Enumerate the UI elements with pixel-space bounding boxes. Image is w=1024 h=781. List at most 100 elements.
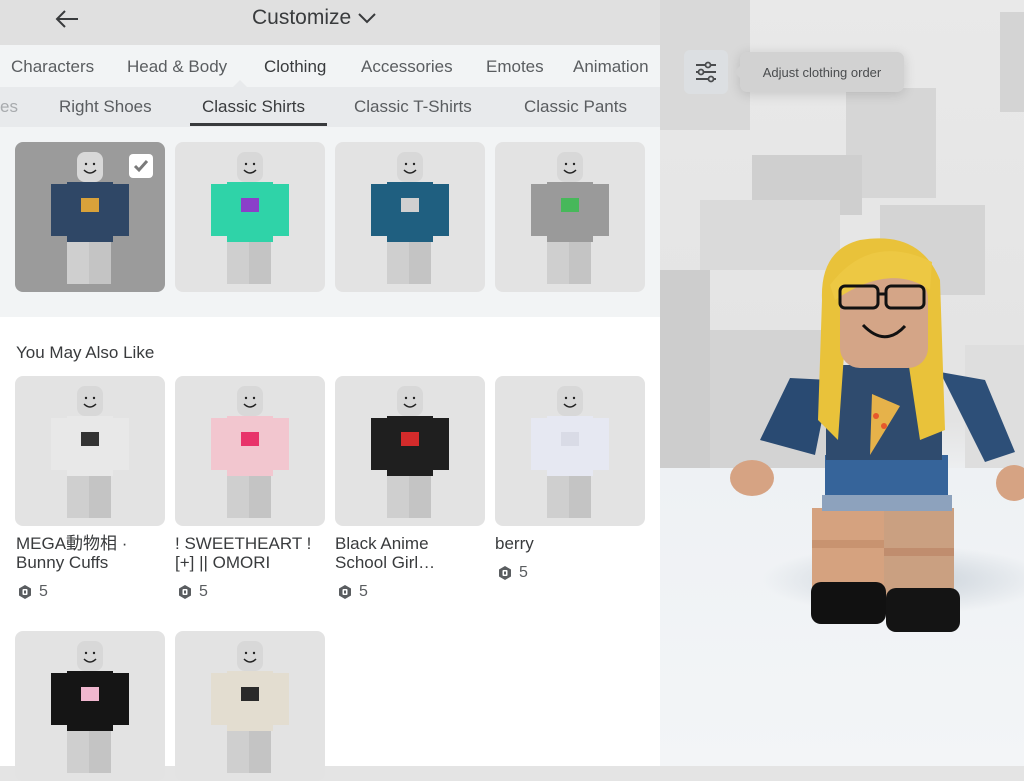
tooltip-text: Adjust clothing order (762, 64, 882, 80)
mannequin-leg (89, 729, 111, 773)
shirt-sleeve (431, 418, 449, 470)
tab-animation[interactable]: Animation (573, 57, 649, 77)
customize-dropdown[interactable]: Customize (252, 6, 377, 30)
tab-head-body[interactable]: Head & Body (127, 57, 227, 77)
subtab-right-shoes[interactable]: Right Shoes (59, 97, 152, 117)
avatar-right-arm (940, 372, 1015, 462)
recommended-item-tile[interactable] (175, 631, 325, 781)
mannequin-eye (404, 162, 408, 166)
subtab-classic-shirts[interactable]: Classic Shirts (202, 97, 305, 117)
mannequin-eye (92, 396, 96, 400)
category-tabs: Characters Head & Body Clothing Accessor… (0, 45, 660, 87)
owned-item-tile[interactable] (335, 142, 485, 292)
catalog-panel: Characters Head & Body Clothing Accessor… (0, 45, 660, 781)
item-name[interactable]: ! SWEETHEART ! [+] || OMORI (175, 534, 325, 572)
arrow-left-icon (55, 10, 78, 28)
mannequin-leg (67, 729, 89, 773)
item-name-line: ! SWEETHEART ! (175, 534, 312, 553)
mannequin-preview (371, 386, 449, 518)
shirt-sleeve (271, 184, 289, 236)
selected-checkbox[interactable] (129, 154, 153, 178)
avatar-left-hand (730, 460, 774, 496)
shirt-sleeve (111, 184, 129, 236)
mannequin-leg (409, 474, 431, 518)
mannequin-leg (547, 474, 569, 518)
mannequin-preview (211, 386, 289, 518)
mannequin-eye (84, 162, 88, 166)
mannequin-head (77, 152, 103, 182)
item-name[interactable]: Black Anime School Girl… (335, 534, 485, 572)
checkmark-icon (133, 160, 149, 173)
mannequin-leg (67, 474, 89, 518)
mannequin-leg (89, 474, 111, 518)
shirt-sleeve (211, 184, 229, 236)
recommended-item-tile[interactable] (15, 376, 165, 526)
header-bar: Customize (0, 0, 660, 45)
mannequin-preview (51, 641, 129, 773)
item-price: 5 (18, 583, 48, 601)
mannequin-leg (547, 240, 569, 284)
shirt-sleeve (531, 184, 549, 236)
item-name[interactable]: berry (495, 534, 645, 553)
shirt-sleeve (51, 184, 69, 236)
shirt-sleeve (51, 673, 69, 725)
item-name-line: Bunny Cuffs (16, 553, 109, 572)
adjust-clothing-order-button[interactable] (684, 50, 728, 94)
robux-icon (499, 566, 511, 580)
mannequin-preview (371, 152, 449, 284)
shirt-graphic (561, 432, 579, 446)
shirt-sleeve (431, 184, 449, 236)
item-name-line: [+] || OMORI (175, 553, 271, 572)
tab-accessories[interactable]: Accessories (361, 57, 453, 77)
shirt-sleeve (531, 418, 549, 470)
owned-item-tile[interactable] (495, 142, 645, 292)
shirt-sleeve (111, 673, 129, 725)
mannequin-leg (227, 729, 249, 773)
tab-clothing[interactable]: Clothing (264, 57, 326, 77)
tab-characters[interactable]: Characters (11, 57, 94, 77)
mannequin-head (397, 386, 423, 416)
shirt-graphic (561, 198, 579, 212)
robux-icon (339, 585, 351, 599)
owned-item-tile[interactable] (15, 142, 165, 292)
recommended-item-tile[interactable] (495, 376, 645, 526)
avatar-left-shoe (811, 582, 886, 624)
back-button[interactable] (52, 6, 82, 32)
mannequin-leg (569, 240, 591, 284)
shirt-graphic (401, 432, 419, 446)
mannequin-head (77, 641, 103, 671)
mannequin-eye (252, 396, 256, 400)
avatar-shorts (825, 455, 948, 497)
recommended-item-tile[interactable] (175, 376, 325, 526)
shirt-graphic (241, 198, 259, 212)
mannequin-head (77, 386, 103, 416)
subtab-shoes-partial[interactable]: es (0, 97, 18, 117)
price-value: 5 (39, 583, 48, 600)
mannequin-eye (572, 162, 576, 166)
subcategory-tabs: es Right Shoes Classic Shirts Classic T-… (0, 87, 660, 127)
shirt-sleeve (271, 673, 289, 725)
subtab-classic-tshirts[interactable]: Classic T-Shirts (354, 97, 472, 117)
mannequin-eye (84, 396, 88, 400)
robux-icon (179, 585, 191, 599)
tab-emotes[interactable]: Emotes (486, 57, 544, 77)
item-name[interactable]: MEGA動物相 · Bunny Cuffs (16, 534, 166, 572)
price-value: 5 (359, 583, 368, 600)
mannequin-eye (412, 396, 416, 400)
recommended-item-tile[interactable] (15, 631, 165, 781)
recommended-item-tile[interactable] (335, 376, 485, 526)
shirt-sleeve (371, 418, 389, 470)
tooltip: Adjust clothing order (734, 52, 904, 92)
item-name-line: MEGA動物相 · (16, 534, 128, 553)
owned-item-tile[interactable] (175, 142, 325, 292)
section-title: You May Also Like (16, 343, 155, 362)
page-title: Customize (252, 6, 352, 29)
owned-items-grid (0, 127, 660, 317)
mannequin-leg (227, 240, 249, 284)
sliders-icon (696, 61, 716, 83)
subtab-classic-pants[interactable]: Classic Pants (524, 97, 627, 117)
shirt-sleeve (211, 418, 229, 470)
mannequin-eye (404, 396, 408, 400)
mannequin-eye (92, 162, 96, 166)
mannequin-leg (249, 240, 271, 284)
